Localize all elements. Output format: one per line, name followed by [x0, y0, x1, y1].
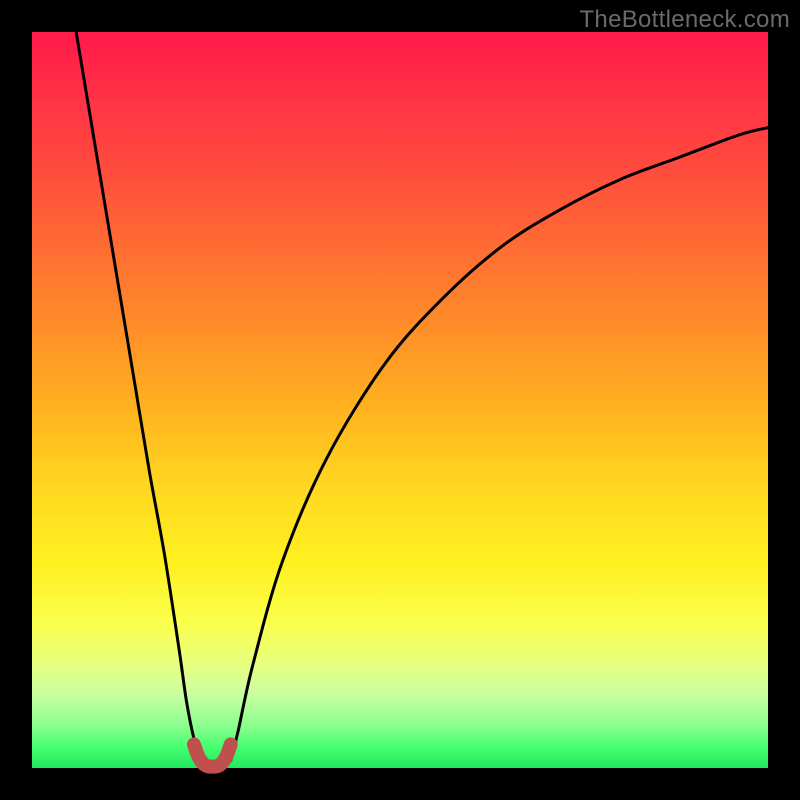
curve-right-branch — [231, 128, 768, 761]
watermark-text: TheBottleneck.com — [579, 6, 790, 34]
chart-frame: TheBottleneck.com — [0, 0, 800, 800]
bottom-mark — [194, 744, 231, 766]
curve-layer — [32, 32, 768, 768]
curve-left-branch — [76, 32, 201, 761]
plot-area — [32, 32, 768, 768]
